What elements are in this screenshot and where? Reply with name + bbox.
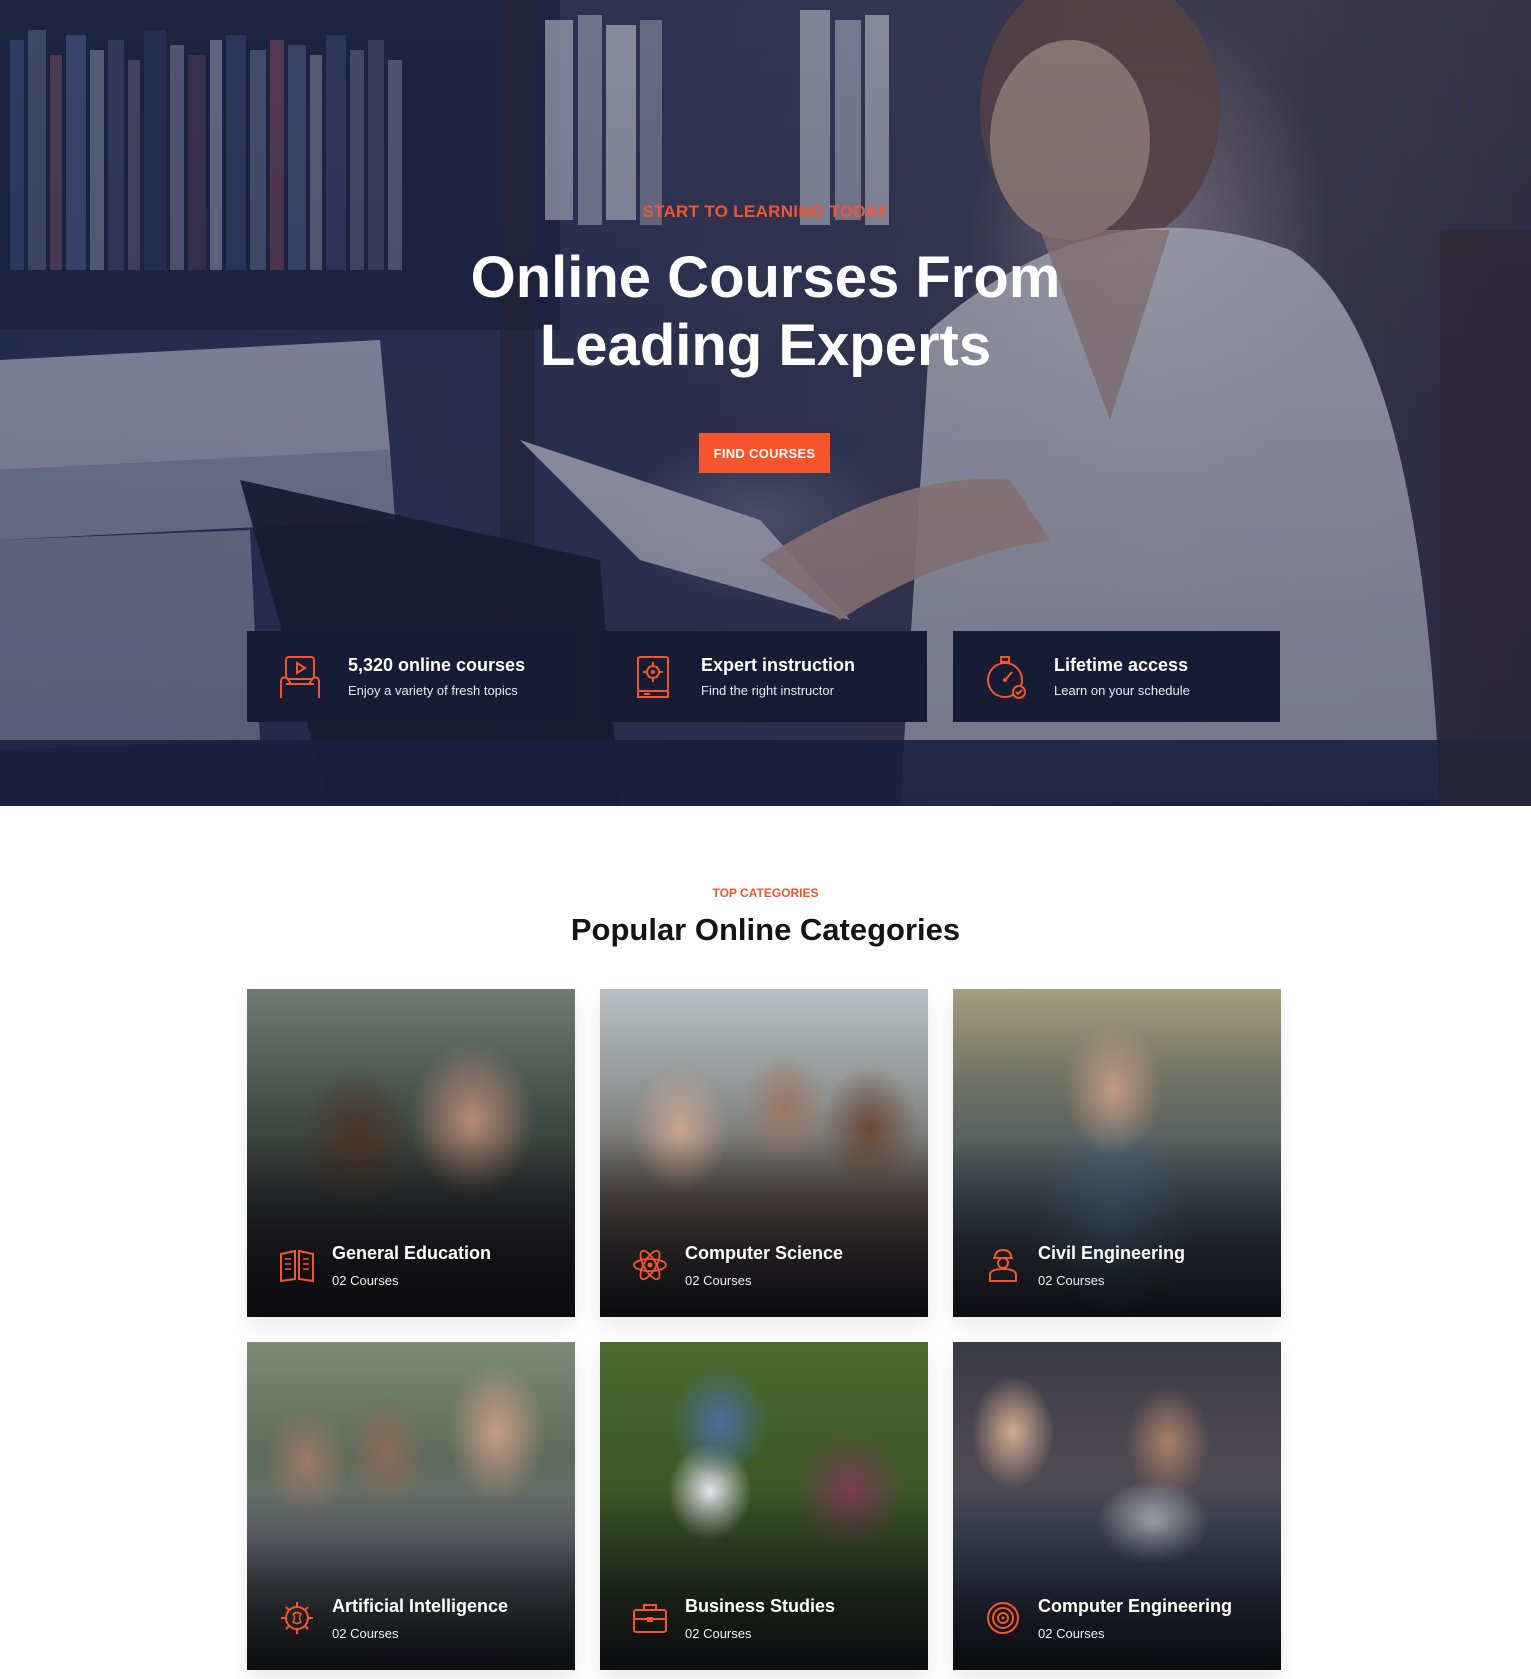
feature-title: 5,320 online courses bbox=[348, 655, 526, 675]
category-card-artificial-intelligence[interactable]: Artificial Intelligence 02 Courses bbox=[247, 1342, 575, 1670]
briefcase-icon bbox=[633, 1604, 667, 1633]
category-card-civil-engineering[interactable]: Civil Engineering 02 Courses bbox=[953, 989, 1281, 1317]
feature-card-instruction: Expert instruction Find the right instru… bbox=[600, 631, 927, 722]
category-count: 02 Courses bbox=[332, 1273, 399, 1288]
categories-title: Popular Online Categories bbox=[570, 912, 961, 947]
feature-title: Expert instruction bbox=[701, 655, 856, 675]
hero-section: START TO LEARNING TODAY Online Courses F… bbox=[0, 0, 1531, 806]
categories-kicker: TOP CATEGORIES bbox=[712, 886, 819, 900]
gear-book-icon bbox=[637, 655, 669, 698]
category-name: Civil Engineering bbox=[1038, 1243, 1186, 1263]
target-icon bbox=[987, 1602, 1019, 1634]
category-count: 02 Courses bbox=[1038, 1626, 1105, 1641]
video-lesson-icon bbox=[280, 655, 320, 698]
category-name: Computer Engineering bbox=[1038, 1596, 1233, 1616]
category-name: Computer Science bbox=[685, 1243, 844, 1263]
feature-subtitle: Learn on your schedule bbox=[1054, 683, 1190, 698]
category-count: 02 Courses bbox=[685, 1273, 752, 1288]
hero-title-line2: Leading Experts bbox=[539, 313, 992, 378]
brain-gear-icon bbox=[281, 1602, 313, 1634]
category-card-computer-science[interactable]: Computer Science 02 Courses bbox=[600, 989, 928, 1317]
category-card-business-studies[interactable]: Business Studies 02 Courses bbox=[600, 1342, 928, 1670]
feature-title: Lifetime access bbox=[1054, 655, 1189, 675]
feature-card-courses: 5,320 online courses Enjoy a variety of … bbox=[247, 631, 574, 722]
hero-kicker: START TO LEARNING TODAY bbox=[642, 202, 889, 221]
category-count: 02 Courses bbox=[685, 1626, 752, 1641]
hero-title-line1: Online Courses From bbox=[470, 245, 1061, 310]
category-count: 02 Courses bbox=[1038, 1273, 1105, 1288]
atom-icon bbox=[633, 1249, 667, 1281]
stopwatch-icon bbox=[987, 655, 1026, 699]
open-book-icon bbox=[280, 1249, 314, 1283]
category-card-computer-engineering[interactable]: Computer Engineering 02 Courses bbox=[953, 1342, 1281, 1670]
feature-subtitle: Find the right instructor bbox=[701, 683, 834, 698]
category-name: Business Studies bbox=[685, 1596, 836, 1616]
find-courses-button[interactable]: FIND COURSES bbox=[699, 433, 830, 473]
hero-title: Online Courses From Leading Experts bbox=[0, 244, 1531, 380]
feature-card-access: Lifetime access Learn on your schedule bbox=[953, 631, 1280, 722]
engineer-icon bbox=[989, 1248, 1017, 1282]
category-name: Artificial Intelligence bbox=[332, 1596, 509, 1616]
category-card-general-education[interactable]: General Education 02 Courses bbox=[247, 989, 575, 1317]
category-name: General Education bbox=[332, 1243, 492, 1263]
feature-subtitle: Enjoy a variety of fresh topics bbox=[348, 683, 518, 698]
category-count: 02 Courses bbox=[332, 1626, 399, 1641]
